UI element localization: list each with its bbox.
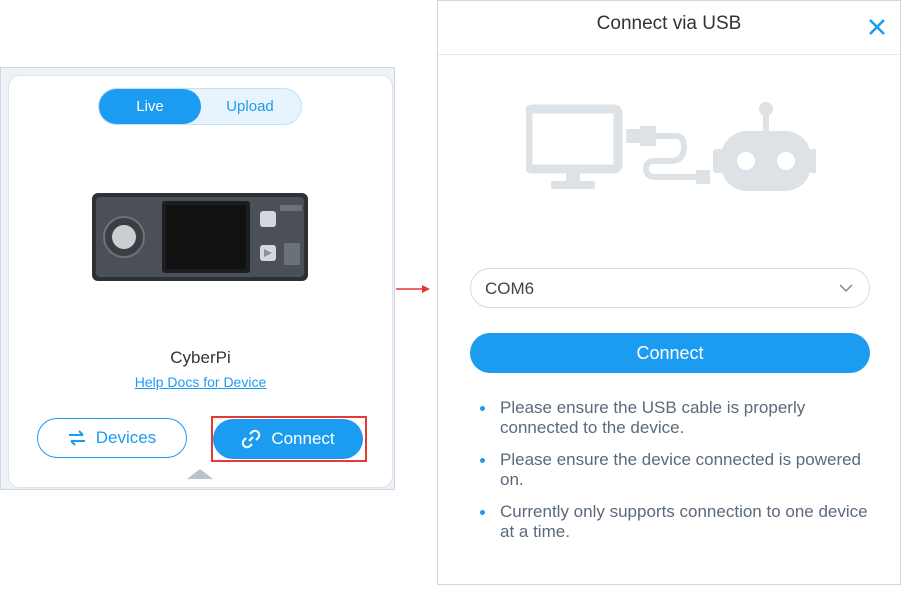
mode-live-tab[interactable]: Live (99, 89, 201, 124)
bullet-icon (480, 406, 485, 411)
note-item: Currently only supports connection to on… (478, 502, 878, 542)
connection-notes: Please ensure the USB cable is properly … (478, 398, 878, 554)
note-text: Please ensure the device connected is po… (500, 450, 862, 489)
bullet-icon (480, 458, 485, 463)
help-docs-link[interactable]: Help Docs for Device (9, 374, 392, 390)
usb-connection-illustration (526, 102, 816, 191)
note-text: Please ensure the USB cable is properly … (500, 398, 806, 437)
close-icon[interactable] (866, 16, 888, 38)
device-panel: Live Upload CyberPi Help Docs for Device… (0, 67, 395, 490)
note-text: Currently only supports connection to on… (500, 502, 868, 541)
link-icon (242, 429, 261, 449)
cyberpi-device-image (92, 193, 308, 281)
note-item: Please ensure the USB cable is properly … (478, 398, 878, 438)
port-select-value: COM6 (485, 279, 535, 298)
flow-arrow-icon (396, 285, 430, 293)
dialog-header: Connect via USB (438, 1, 900, 55)
bullet-icon (480, 510, 485, 515)
devices-button-label: Devices (95, 428, 157, 447)
connect-button[interactable]: Connect (213, 419, 363, 459)
mode-toggle: Live Upload (98, 88, 302, 125)
chevron-down-icon (839, 284, 853, 293)
connect-button-label: Connect (271, 429, 335, 448)
note-item: Please ensure the device connected is po… (478, 450, 878, 490)
mode-upload-tab[interactable]: Upload (199, 89, 301, 124)
device-name: CyberPi (170, 348, 231, 367)
dropdown-pointer (187, 469, 213, 479)
devices-button[interactable]: Devices (37, 418, 187, 458)
dialog-connect-button[interactable]: Connect (470, 333, 870, 373)
connect-usb-dialog: Connect via USB COM6 Connect Please ensu… (437, 0, 901, 585)
port-select[interactable]: COM6 (470, 268, 870, 308)
device-card: Live Upload CyberPi Help Docs for Device… (8, 75, 393, 488)
dialog-title: Connect via USB (596, 13, 742, 34)
swap-arrows-icon (68, 430, 85, 446)
